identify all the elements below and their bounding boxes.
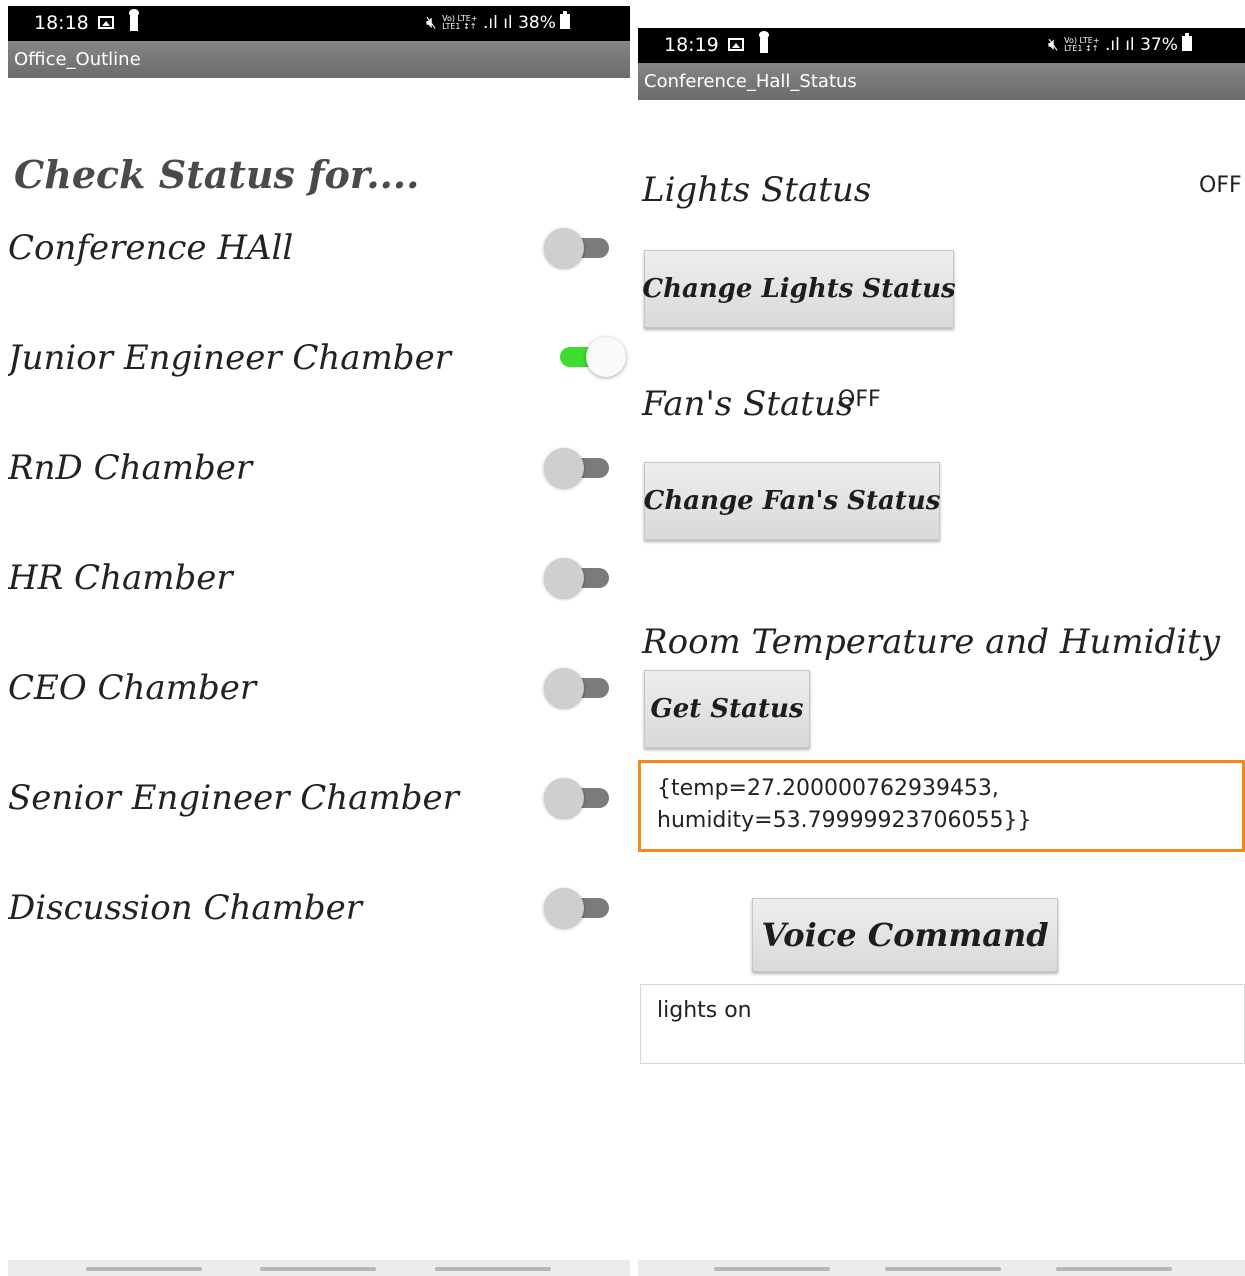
person-notification-icon bbox=[759, 31, 769, 53]
lights-status-label: Lights Status bbox=[642, 170, 872, 210]
nav-home-button[interactable] bbox=[260, 1267, 376, 1271]
status-bar: 18:19 🔇︎ Vo) LTE+ LTE1 ↕↑ .ıl ıl 37% bbox=[638, 28, 1245, 63]
toggle-senior-engineer-chamber[interactable] bbox=[544, 778, 614, 818]
room-label-hr-chamber: HR Chamber bbox=[8, 558, 233, 598]
conference-hall-status-screen: 18:19 🔇︎ Vo) LTE+ LTE1 ↕↑ .ıl ıl 37% Conf… bbox=[638, 28, 1245, 1276]
mute-icon: 🔇︎ bbox=[426, 13, 437, 33]
temperature-output-line: {temp=27.200000762939453, bbox=[657, 776, 999, 801]
gallery-notification-icon bbox=[98, 16, 114, 29]
toggle-ceo-chamber[interactable] bbox=[544, 668, 614, 708]
screen-title: Office_Outline bbox=[8, 41, 630, 78]
temperature-humidity-output[interactable]: {temp=27.200000762939453, humidity=53.79… bbox=[638, 760, 1245, 852]
nav-back-button[interactable] bbox=[1056, 1267, 1172, 1271]
temperature-humidity-label: Room Temperature and Humidity bbox=[642, 622, 1221, 662]
toggle-conference-hall[interactable] bbox=[544, 228, 614, 268]
nav-recent-button[interactable] bbox=[714, 1267, 830, 1271]
toggle-hr-chamber[interactable] bbox=[544, 558, 614, 598]
nav-back-button[interactable] bbox=[435, 1267, 551, 1271]
room-label-senior-engineer-chamber: Senior Engineer Chamber bbox=[8, 778, 459, 818]
room-label-discussion-chamber: Discussion Chamber bbox=[8, 888, 363, 928]
navigation-bar bbox=[8, 1260, 630, 1276]
signal-icon: .ıl ıl bbox=[1104, 35, 1135, 55]
toggle-junior-engineer-chamber[interactable] bbox=[558, 337, 628, 377]
fan-status-value: OFF bbox=[838, 387, 881, 412]
gallery-notification-icon bbox=[728, 38, 744, 51]
mute-icon: 🔇︎ bbox=[1048, 35, 1059, 55]
fan-status-label: Fan's Status bbox=[642, 384, 854, 424]
status-indicators: 🔇︎ Vo) LTE+ LTE1 ↕↑ .ıl ıl 38% bbox=[426, 11, 570, 33]
person-notification-icon bbox=[129, 9, 139, 31]
humidity-output-line: humidity=53.79999923706055}} bbox=[657, 808, 1032, 833]
nav-home-button[interactable] bbox=[885, 1267, 1001, 1271]
change-lights-status-button[interactable]: Change Lights Status bbox=[642, 250, 956, 328]
status-time: 18:18 bbox=[34, 12, 89, 34]
page-heading: Check Status for.... bbox=[14, 152, 420, 197]
voice-command-button[interactable]: Voice Command bbox=[752, 898, 1058, 972]
toggle-rnd-chamber[interactable] bbox=[544, 448, 614, 488]
nav-recent-button[interactable] bbox=[86, 1267, 202, 1271]
battery-percent: 37% bbox=[1140, 35, 1178, 55]
navigation-bar bbox=[638, 1260, 1245, 1276]
change-fan-status-button[interactable]: Change Fan's Status bbox=[644, 462, 940, 540]
status-indicators: 🔇︎ Vo) LTE+ LTE1 ↕↑ .ıl ıl 37% bbox=[1048, 33, 1192, 55]
room-label-junior-engineer-chamber: Junior Engineer Chamber bbox=[8, 338, 451, 378]
battery-icon bbox=[559, 11, 570, 29]
lights-status-value: OFF bbox=[1199, 173, 1242, 198]
room-label-conference-hall: Conference HAll bbox=[8, 228, 294, 268]
voice-command-output[interactable]: lights on bbox=[640, 984, 1245, 1064]
screen-title: Conference_Hall_Status bbox=[638, 63, 1245, 100]
lte-icon: Vo) LTE+ LTE1 ↕↑ bbox=[1064, 36, 1100, 53]
battery-percent: 38% bbox=[518, 13, 556, 33]
lte-icon: Vo) LTE+ LTE1 ↕↑ bbox=[442, 14, 478, 31]
battery-icon bbox=[1181, 33, 1192, 51]
status-bar: 18:18 🔇︎ Vo) LTE+ LTE1 ↕↑ .ıl ıl 38% bbox=[8, 6, 630, 41]
get-status-button[interactable]: Get Status bbox=[644, 670, 810, 748]
signal-icon: .ıl ıl bbox=[482, 13, 513, 33]
toggle-discussion-chamber[interactable] bbox=[544, 888, 614, 928]
office-outline-screen: 18:18 🔇︎ Vo) LTE+ LTE1 ↕↑ .ıl ıl 38% Offi… bbox=[8, 6, 630, 1276]
room-label-rnd-chamber: RnD Chamber bbox=[8, 448, 253, 488]
room-label-ceo-chamber: CEO Chamber bbox=[8, 668, 257, 708]
status-time: 18:19 bbox=[664, 34, 719, 56]
